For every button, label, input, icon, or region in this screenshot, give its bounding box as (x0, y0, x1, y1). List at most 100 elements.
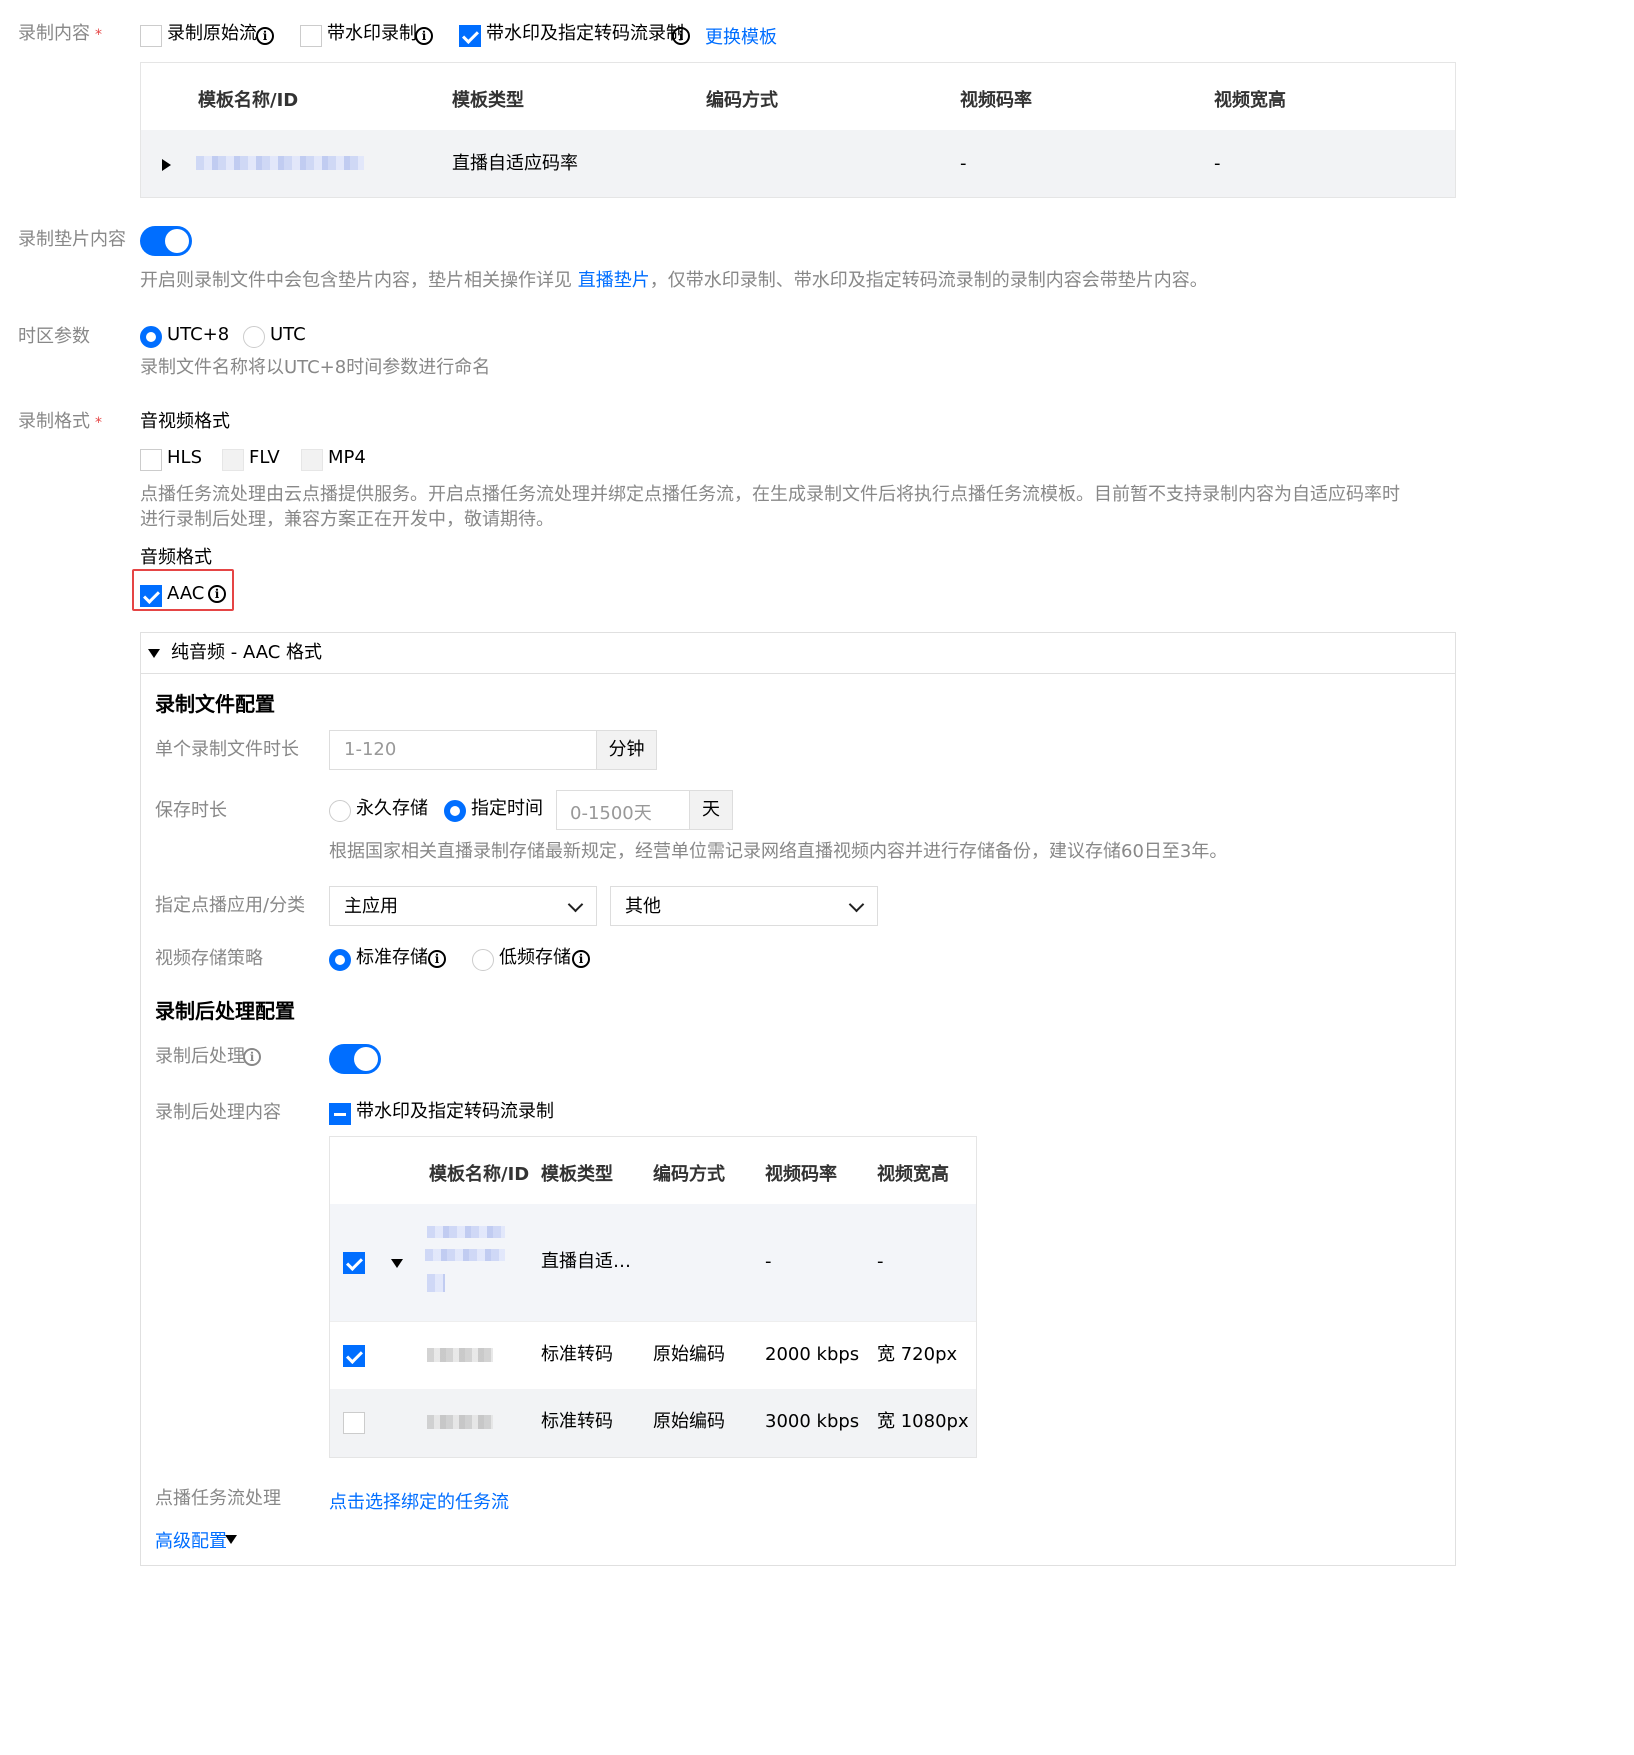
duration-unit: 分钟 (596, 730, 657, 770)
column-header: 编码方式 (653, 1164, 725, 1185)
vod-app-label: 指定点播应用/分类 (155, 895, 306, 916)
timezone-hint: 录制文件名称将以UTC+8时间参数进行命名 (140, 357, 491, 378)
permanent-storage-label: 永久存储 (356, 798, 428, 819)
table-row: 直播自适… - - (330, 1204, 976, 1321)
specified-time-radio[interactable] (444, 800, 466, 822)
vod-category-select[interactable]: 其他 (610, 886, 878, 926)
format-hint-1: 点播任务流处理由云点播提供服务。开启点播任务流处理并绑定点播任务流，在生成录制文… (140, 484, 1400, 505)
timezone-utc8-radio[interactable] (140, 326, 162, 348)
template-name-redacted (427, 1348, 493, 1362)
post-content-option: 带水印及指定转码流录制 (356, 1101, 554, 1122)
resolution-cell: - (1214, 153, 1221, 174)
retention-label: 保存时长 (155, 800, 227, 821)
column-header: 模板类型 (452, 90, 524, 111)
table-row: 标准转码 原始编码 3000 kbps 宽 1080px (330, 1389, 976, 1457)
template-type-cell: 标准转码 (541, 1344, 613, 1365)
panel-header[interactable]: 纯音频 - AAC 格式 (141, 633, 1455, 674)
format-label: 录制格式 * (18, 411, 102, 432)
retention-days-input[interactable]: 0-1500天 (556, 790, 690, 830)
column-header: 模板名称/ID (198, 90, 299, 111)
aac-checkbox[interactable] (140, 585, 162, 607)
vod-app-select[interactable]: 主应用 (329, 886, 597, 926)
record-watermark-label: 带水印录制 (327, 23, 417, 44)
select-task-flow-link[interactable]: 点击选择绑定的任务流 (329, 1488, 509, 1514)
record-transcode-checkbox[interactable] (459, 25, 481, 47)
info-icon[interactable]: i (572, 950, 590, 968)
record-content-label: 录制内容 * (18, 23, 102, 44)
row-checkbox[interactable] (343, 1345, 365, 1367)
chevron-down-icon (848, 896, 865, 913)
info-icon[interactable]: i (672, 27, 690, 45)
encoding-cell: 原始编码 (653, 1344, 725, 1365)
record-watermark-checkbox[interactable] (300, 25, 322, 47)
mp4-checkbox[interactable] (301, 449, 323, 471)
info-icon[interactable]: i (428, 950, 446, 968)
bitrate-cell: 2000 kbps (765, 1344, 860, 1365)
storage-label: 视频存储策略 (155, 948, 263, 969)
aac-label: AAC (167, 583, 205, 604)
column-header: 视频码率 (765, 1164, 837, 1185)
specified-time-label: 指定时间 (471, 798, 543, 819)
expand-row-icon[interactable] (162, 159, 171, 171)
resolution-cell: 宽 1080px (877, 1411, 969, 1432)
bitrate-cell: 3000 kbps (765, 1411, 860, 1432)
duration-input[interactable]: 1-120 (329, 730, 597, 770)
change-template-link[interactable]: 更换模板 (705, 23, 777, 49)
template-table: 模板名称/ID 模板类型 编码方式 视频码率 视频宽高 直播自适应码率 - - (140, 62, 1456, 198)
info-icon[interactable]: i (243, 1048, 261, 1066)
template-name-redacted (427, 1226, 505, 1238)
advanced-config-toggle[interactable]: 高级配置 (155, 1527, 237, 1553)
audio-format-title: 音频格式 (140, 547, 212, 568)
template-type-cell: 直播自适… (541, 1251, 631, 1272)
expand-row-icon[interactable] (391, 1259, 403, 1268)
template-name-redacted (427, 1274, 445, 1292)
slate-toggle[interactable] (140, 226, 192, 256)
hls-checkbox[interactable] (140, 449, 162, 471)
flv-checkbox[interactable] (222, 449, 244, 471)
timezone-utc-radio[interactable] (243, 326, 265, 348)
template-type-cell: 直播自适应码率 (452, 153, 578, 174)
duration-label: 单个录制文件时长 (155, 739, 299, 760)
column-header: 视频宽高 (1214, 90, 1286, 111)
slate-link[interactable]: 直播垫片 (578, 270, 650, 291)
template-type-cell: 标准转码 (541, 1411, 613, 1432)
format-hint-2: 进行录制后处理，兼容方案正在开发中，敬请期待。 (140, 509, 554, 530)
permanent-storage-radio[interactable] (329, 800, 351, 822)
column-header: 模板类型 (541, 1164, 613, 1185)
template-name-redacted (425, 1249, 505, 1261)
standard-storage-label: 标准存储 (356, 947, 428, 968)
encoding-cell: 原始编码 (653, 1411, 725, 1432)
post-content-checkbox[interactable] (329, 1103, 351, 1125)
row-checkbox[interactable] (343, 1412, 365, 1434)
record-transcode-label: 带水印及指定转码流录制 (486, 23, 684, 44)
post-process-toggle[interactable] (329, 1044, 381, 1074)
low-freq-storage-radio[interactable] (472, 949, 494, 971)
table-row: 直播自适应码率 - - (141, 130, 1455, 197)
info-icon[interactable]: i (415, 27, 433, 45)
vod-task-label: 点播任务流处理 (155, 1488, 281, 1509)
template-name-redacted (196, 156, 364, 170)
record-original-checkbox[interactable] (140, 25, 162, 47)
info-icon[interactable]: i (208, 585, 226, 603)
post-process-label: 录制后处理 (155, 1046, 245, 1067)
post-process-title: 录制后处理配置 (155, 999, 295, 1023)
chevron-down-icon (225, 1535, 237, 1544)
template-name-redacted (427, 1415, 493, 1429)
table-row: 标准转码 原始编码 2000 kbps 宽 720px (330, 1321, 976, 1389)
collapse-icon[interactable] (148, 649, 160, 658)
record-original-label: 录制原始流 (167, 23, 257, 44)
timezone-utc8-label: UTC+8 (167, 324, 230, 345)
mp4-label: MP4 (328, 447, 366, 468)
row-checkbox[interactable] (343, 1252, 365, 1274)
bitrate-cell: - (765, 1251, 772, 1272)
info-icon[interactable]: i (256, 27, 274, 45)
low-freq-storage-label: 低频存储 (499, 947, 571, 968)
file-config-title: 录制文件配置 (155, 692, 275, 716)
panel-title: 纯音频 - AAC 格式 (171, 642, 323, 663)
post-content-label: 录制后处理内容 (155, 1102, 281, 1123)
av-format-title: 音视频格式 (140, 411, 230, 432)
standard-storage-radio[interactable] (329, 949, 351, 971)
post-template-table: 模板名称/ID 模板类型 编码方式 视频码率 视频宽高 直播自适… - - 标准… (329, 1136, 977, 1458)
resolution-cell: 宽 720px (877, 1344, 958, 1365)
column-header: 模板名称/ID (429, 1164, 530, 1185)
